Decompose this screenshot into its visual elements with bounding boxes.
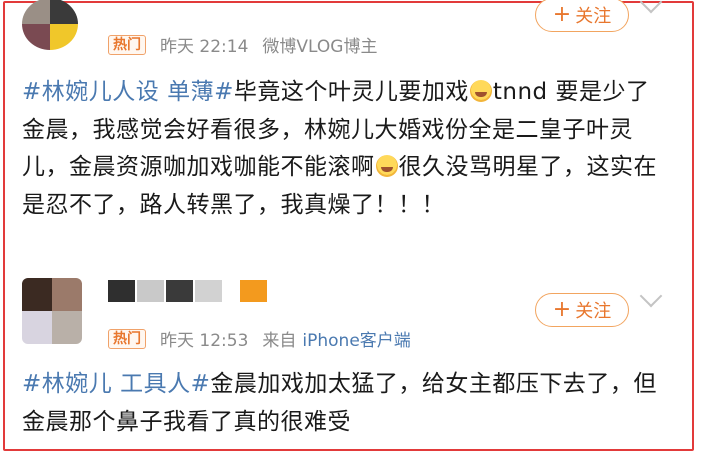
hot-badge: 热门 [108, 34, 146, 55]
post-time: 昨天 22:14 [160, 37, 249, 57]
avatar-pixel [50, 0, 78, 24]
avatar-pixel [52, 278, 82, 311]
weibo-post-2: 热门 昨天 12:53 来自 iPhone客户端 + 关注 #林婉儿 工具人#金… [0, 268, 701, 457]
plus-icon: + [552, 297, 572, 322]
avatar[interactable] [22, 0, 78, 50]
avatar[interactable] [22, 278, 82, 344]
avatar-pixel [22, 0, 50, 24]
hashtag-link[interactable]: #林婉儿 工具人# [22, 371, 210, 397]
username-blurred[interactable] [108, 280, 267, 302]
post-meta: 热门 昨天 12:53 来自 iPhone客户端 [108, 326, 411, 351]
hot-badge: 热门 [108, 328, 146, 349]
avatar-pixel [52, 311, 82, 344]
follow-button[interactable]: + 关注 [535, 293, 629, 327]
follow-button[interactable]: + 关注 [535, 0, 629, 32]
chevron-down-icon[interactable] [639, 0, 663, 14]
blur-block [137, 280, 164, 302]
blur-block [240, 280, 267, 302]
post-from-label: 来自 [262, 331, 297, 351]
follow-label: 关注 [575, 6, 612, 27]
hashtag-link[interactable]: #林婉儿人设 单薄# [22, 79, 234, 105]
post-meta: 热门 昨天 22:14 微博VLOG博主 [108, 32, 377, 57]
blur-block [195, 280, 222, 302]
laugh-cry-emoji-icon [375, 155, 398, 177]
post-time: 昨天 12:53 [160, 331, 249, 351]
post-device[interactable]: iPhone客户端 [302, 326, 410, 351]
post-text-part: 毕竟这个叶灵儿要加戏 [233, 79, 469, 105]
blur-block [166, 280, 193, 302]
avatar-pixel [22, 311, 52, 344]
follow-label: 关注 [575, 301, 612, 322]
post-text: #林婉儿 工具人#金晨加戏加太猛了，给女主都压下去了，但金晨那个鼻子我看了真的很… [22, 366, 672, 441]
chevron-down-icon[interactable] [639, 284, 663, 308]
avatar-pixel [22, 278, 52, 311]
avatar-pixel [50, 24, 78, 50]
post-text: #林婉儿人设 单薄#毕竟这个叶灵儿要加戏 tnnd 要是少了金晨，我感觉会好看很多… [22, 74, 672, 224]
blur-block [108, 280, 135, 302]
weibo-post-1: 热门 昨天 22:14 微博VLOG博主 + 关注 #林婉儿人设 单薄#毕竟这个… [0, 0, 701, 268]
post-source[interactable]: 微博VLOG博主 [262, 32, 377, 57]
plus-icon: + [552, 2, 572, 27]
avatar-pixel [22, 24, 50, 50]
laugh-cry-emoji-icon [469, 80, 492, 102]
blur-block [224, 280, 238, 302]
